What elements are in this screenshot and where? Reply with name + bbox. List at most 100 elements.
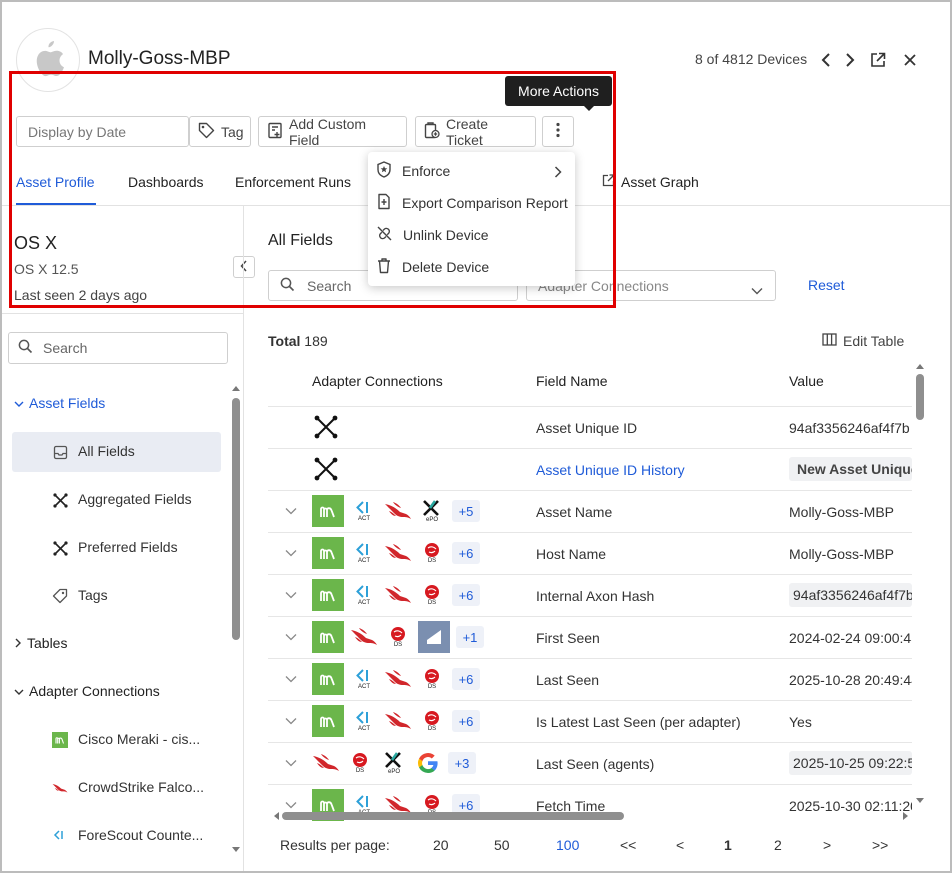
table-horizontal-scrollbar-thumb[interactable] — [282, 812, 624, 820]
forescout-icon[interactable]: ACT — [350, 537, 378, 569]
trendmicro-icon[interactable]: DS — [418, 537, 446, 569]
table-row[interactable]: ACT ePO +5 Asset Name Molly-Goss-MBP — [268, 490, 912, 532]
forescout-icon[interactable]: ACT — [350, 663, 378, 695]
trendmicro-icon[interactable]: DS — [384, 621, 412, 653]
close-icon[interactable] — [900, 50, 920, 70]
more-actions-button[interactable] — [542, 116, 574, 147]
epo-icon[interactable]: ePO — [418, 495, 446, 527]
nav-item-tags[interactable]: Tags — [12, 576, 221, 616]
menu-item-unlink-device[interactable]: Unlink Device — [368, 219, 575, 251]
column-header-adapter-connections[interactable]: Adapter Connections — [312, 373, 443, 389]
table-row[interactable]: DS ePO +3 Last Seen (agents) 2025-10-25 09:2… — [268, 742, 912, 784]
expand-row-chevron-icon[interactable] — [284, 588, 298, 602]
chevron-left-icon[interactable] — [816, 50, 836, 70]
nav-group-asset-fields[interactable]: Asset Fields — [14, 395, 105, 411]
more-adapters-badge[interactable]: +6 — [452, 710, 480, 732]
meraki-icon[interactable] — [312, 663, 344, 695]
tab-asset-profile[interactable]: Asset Profile — [16, 174, 95, 190]
google-icon[interactable] — [414, 747, 442, 779]
next-page-button[interactable]: > — [823, 837, 831, 853]
more-adapters-badge[interactable]: +5 — [452, 500, 480, 522]
menu-item-enforce[interactable]: Enforce — [368, 155, 575, 187]
tag-button[interactable]: Tag — [189, 116, 251, 147]
crowdstrike-icon[interactable] — [384, 579, 412, 611]
scroll-down-arrow-icon[interactable] — [915, 797, 925, 805]
forescout-icon[interactable]: ACT — [350, 705, 378, 737]
aggregate-icon[interactable] — [312, 411, 340, 443]
expand-row-chevron-icon[interactable] — [284, 672, 298, 686]
more-adapters-badge[interactable]: +1 — [456, 626, 484, 648]
crowdstrike-icon[interactable] — [384, 495, 412, 527]
scroll-left-arrow-icon[interactable] — [272, 811, 280, 821]
crowdstrike-icon[interactable] — [350, 621, 378, 653]
page-1-button[interactable]: 1 — [724, 837, 732, 853]
field-name[interactable]: Asset Unique ID History — [536, 462, 685, 478]
more-adapters-badge[interactable]: +3 — [448, 752, 476, 774]
field-value[interactable]: New Asset Unique — [789, 457, 912, 481]
nav-item-forescout[interactable]: ForeScout Counte... — [12, 816, 221, 856]
forescout-icon[interactable]: ACT — [350, 579, 378, 611]
nav-item-cisco-meraki[interactable]: Cisco Meraki - cis... — [12, 720, 221, 760]
trendmicro-icon[interactable]: DS — [418, 705, 446, 737]
more-adapters-badge[interactable]: +6 — [452, 668, 480, 690]
more-adapters-badge[interactable]: +6 — [452, 584, 480, 606]
expand-row-chevron-icon[interactable] — [284, 504, 298, 518]
add-custom-field-button[interactable]: Add Custom Field — [258, 116, 407, 148]
menu-item-delete-device[interactable]: Delete Device — [368, 251, 575, 283]
meraki-icon[interactable] — [312, 579, 344, 611]
nav-item-preferred-fields[interactable]: Preferred Fields — [12, 528, 221, 568]
table-vertical-scrollbar-thumb[interactable] — [916, 374, 924, 420]
first-page-button[interactable]: << — [620, 837, 636, 853]
nav-group-tables[interactable]: Tables — [14, 635, 67, 651]
crowdstrike-icon[interactable] — [384, 663, 412, 695]
display-by-date-input[interactable]: Display by Date — [16, 116, 189, 147]
meraki-icon[interactable] — [312, 621, 344, 653]
reset-link[interactable]: Reset — [808, 277, 845, 293]
meraki-icon[interactable] — [312, 705, 344, 737]
table-row[interactable]: ACT DS +6 Is Latest Last Seen (per adapter)… — [268, 700, 912, 742]
collapse-panel-button[interactable] — [233, 256, 255, 278]
scroll-up-arrow-icon[interactable] — [915, 362, 925, 370]
trendmicro-icon[interactable]: DS — [346, 747, 374, 779]
edit-table-button[interactable]: Edit Table — [822, 333, 904, 349]
table-row[interactable]: ACT DS +6 Internal Axon Hash 94af3356246af4f… — [268, 574, 912, 616]
menu-item-export-comparison-report[interactable]: Export Comparison Report — [368, 187, 575, 219]
crowdstrike-icon[interactable] — [384, 537, 412, 569]
expand-row-chevron-icon[interactable] — [284, 630, 298, 644]
crowdstrike-icon[interactable] — [384, 705, 412, 737]
page-size-50[interactable]: 50 — [494, 837, 510, 853]
table-row[interactable]: Asset Unique ID 94af3356246af4f7b — [268, 406, 912, 448]
expand-row-chevron-icon[interactable] — [284, 714, 298, 728]
meraki-icon[interactable] — [312, 495, 344, 527]
more-adapters-badge[interactable]: +6 — [452, 542, 480, 564]
aggregate-icon[interactable] — [312, 453, 340, 485]
create-ticket-button[interactable]: Create Ticket — [415, 116, 536, 148]
table-row[interactable]: ACT DS +6 Host Name Molly-Goss-MBP — [268, 532, 912, 574]
expand-row-chevron-icon[interactable] — [284, 756, 298, 770]
trendmicro-icon[interactable]: DS — [418, 579, 446, 611]
meraki-icon[interactable] — [312, 537, 344, 569]
trendmicro-icon[interactable]: DS — [418, 663, 446, 695]
tab-enforcement-runs[interactable]: Enforcement Runs — [235, 174, 351, 190]
scroll-right-arrow-icon[interactable] — [902, 811, 910, 821]
jamf-icon[interactable] — [418, 621, 450, 653]
left-search-input[interactable]: Search — [8, 332, 228, 364]
expand-row-chevron-icon[interactable] — [284, 798, 298, 812]
last-page-button[interactable]: >> — [872, 837, 888, 853]
nav-item-crowdstrike[interactable]: CrowdStrike Falco... — [12, 768, 221, 808]
tab-dashboards[interactable]: Dashboards — [128, 174, 204, 190]
crowdstrike-icon[interactable] — [312, 747, 340, 779]
table-row[interactable]: ACT DS +6 Last Seen 2025-10-28 20:49:44 — [268, 658, 912, 700]
column-header-field-name[interactable]: Field Name — [536, 373, 608, 389]
expand-row-chevron-icon[interactable] — [284, 546, 298, 560]
tab-asset-graph[interactable]: Asset Graph — [602, 174, 699, 190]
nav-group-adapter-connections[interactable]: Adapter Connections — [14, 683, 160, 699]
table-row[interactable]: Asset Unique ID History New Asset Unique — [268, 448, 912, 490]
page-2-button[interactable]: 2 — [774, 837, 782, 853]
epo-icon[interactable]: ePO — [380, 747, 408, 779]
prev-page-button[interactable]: < — [676, 837, 684, 853]
page-size-20[interactable]: 20 — [433, 837, 449, 853]
open-external-icon[interactable] — [868, 50, 888, 70]
column-header-value[interactable]: Value — [789, 373, 824, 389]
table-row[interactable]: DS +1 First Seen 2024-02-24 09:00:45 — [268, 616, 912, 658]
